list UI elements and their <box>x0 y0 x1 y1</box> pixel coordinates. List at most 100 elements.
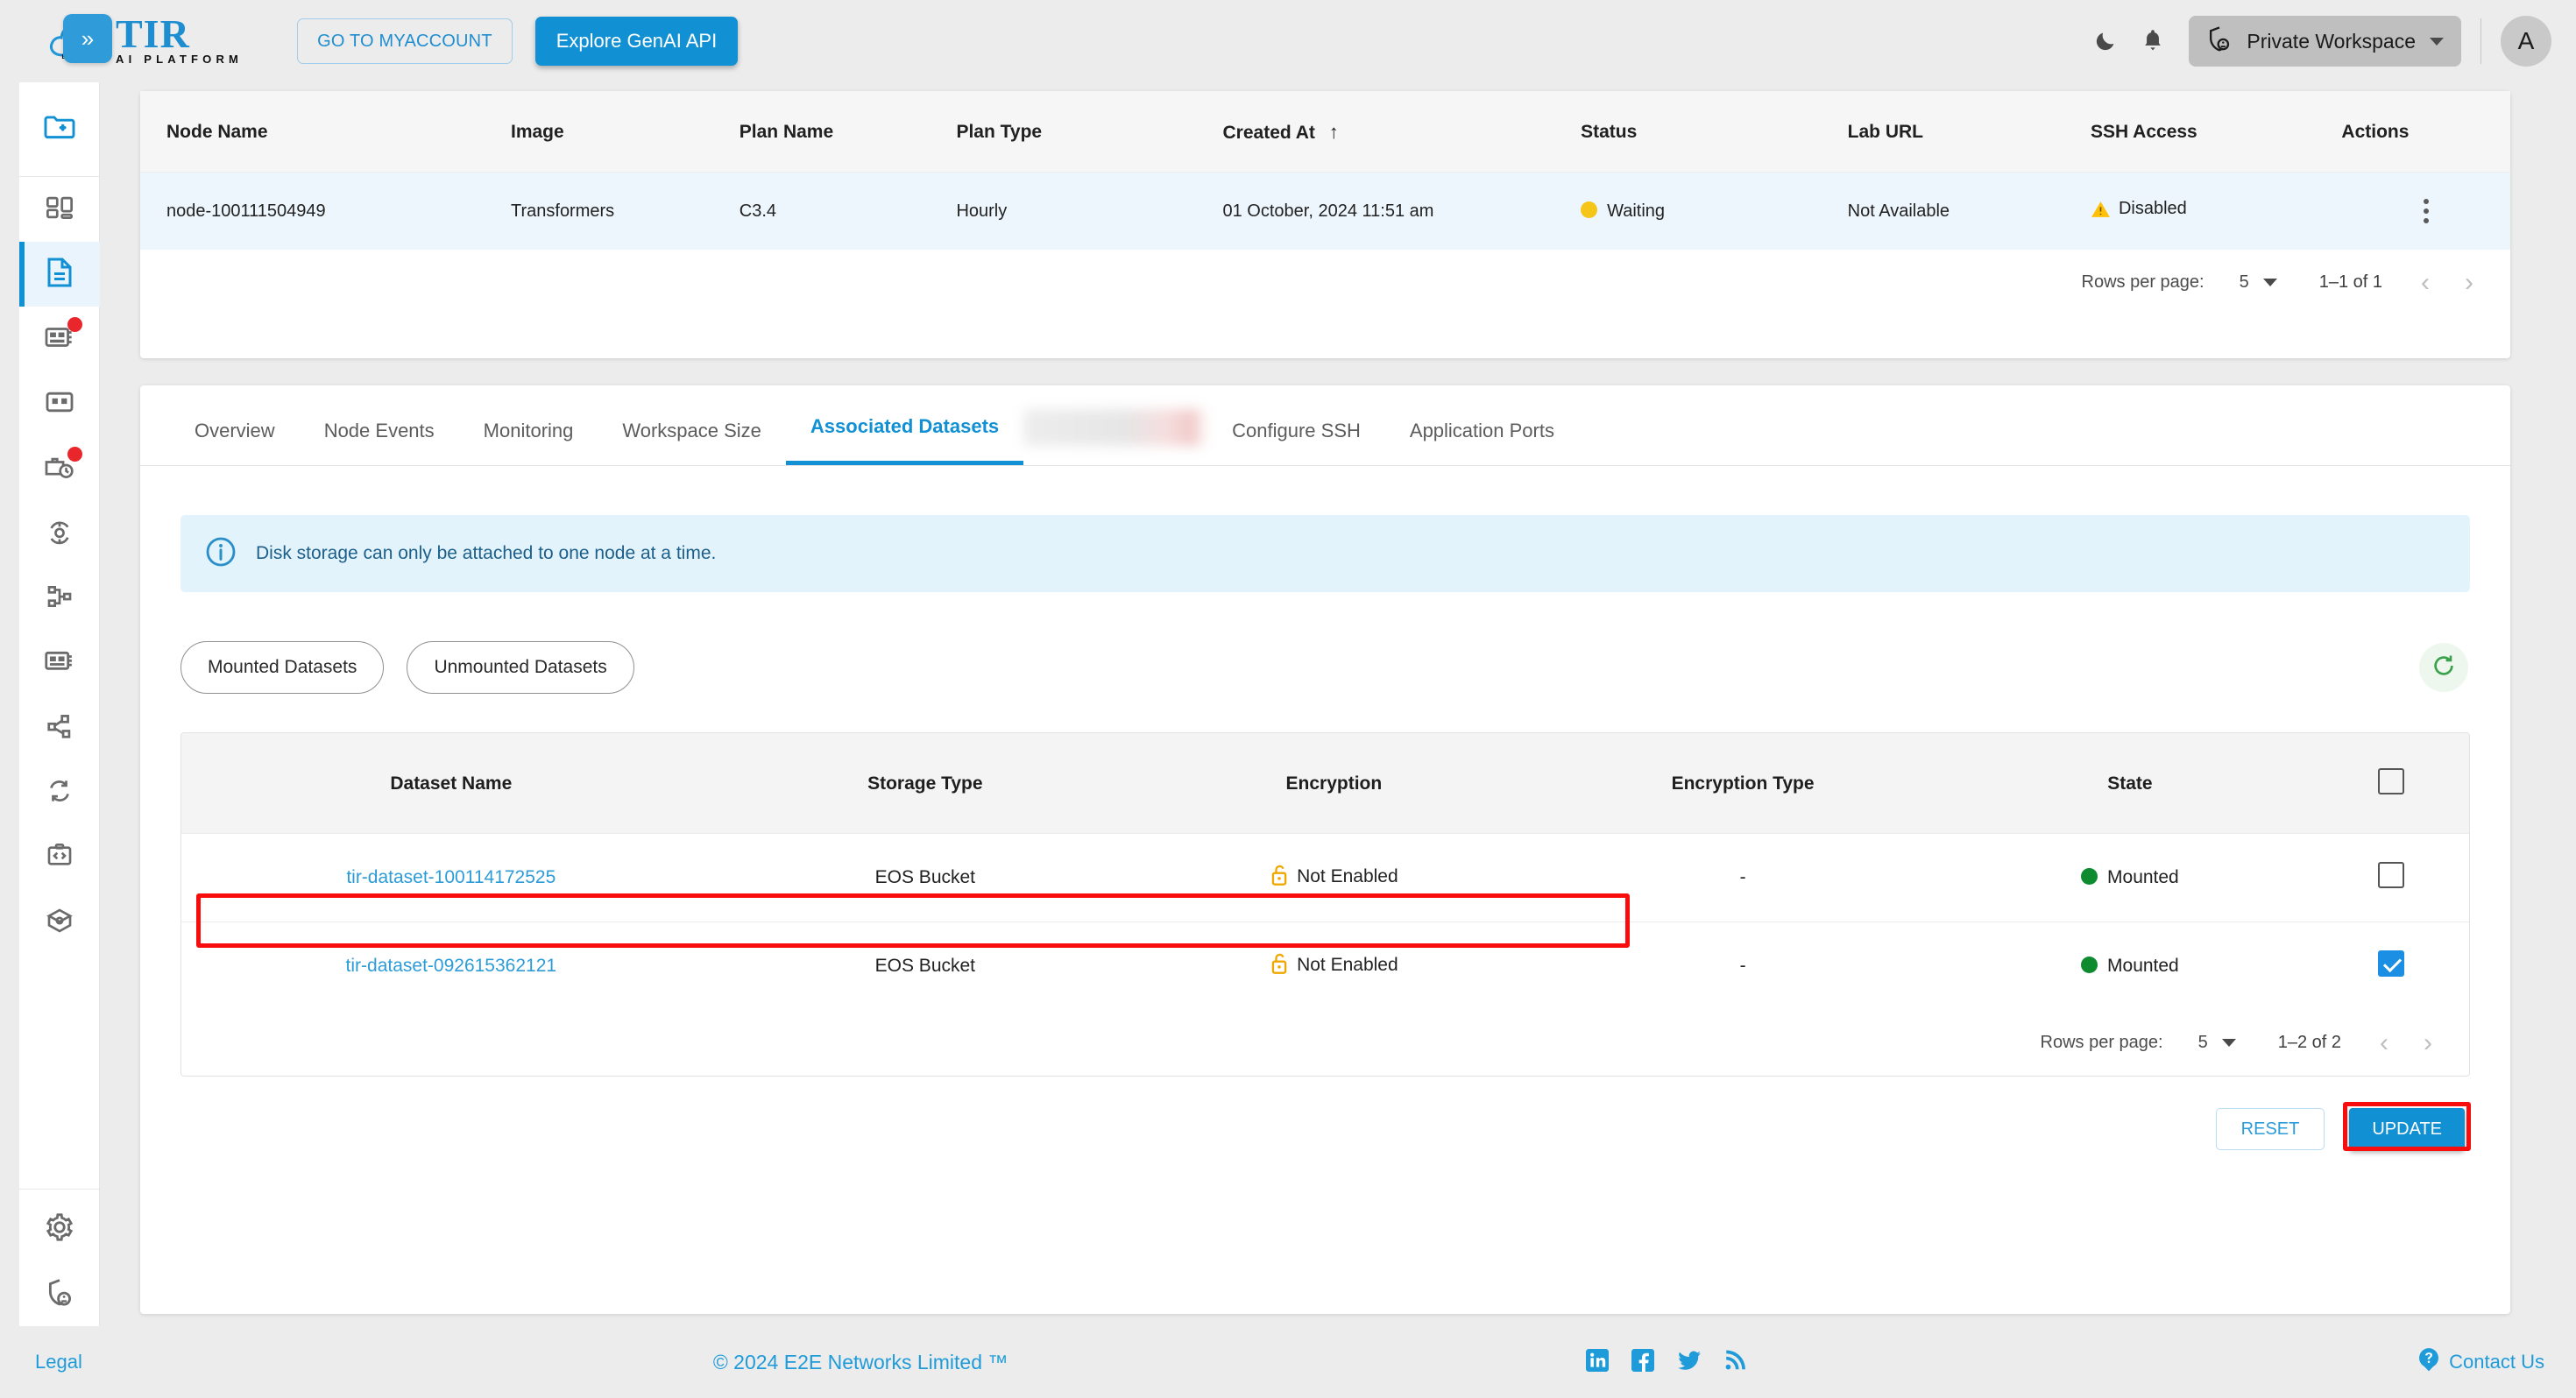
table-row[interactable]: tir-dataset-100114172525 EOS Bucket Not … <box>181 833 2469 922</box>
chip-unmounted-datasets[interactable]: Unmounted Datasets <box>407 641 634 694</box>
sidebar-bottom-group <box>19 1189 99 1326</box>
memory-chip-icon <box>44 649 75 678</box>
sidebar-item-code[interactable] <box>19 825 100 890</box>
row-select-checkbox[interactable] <box>2377 950 2404 977</box>
status-badge: Waiting <box>1607 201 1666 221</box>
dataset-table-pagination: Rows per page: 5 1–2 of 2 ‹ › <box>181 1010 2469 1076</box>
col-created-at[interactable]: Created At ↑ <box>1222 91 1582 173</box>
tab-application-ports[interactable]: Application Ports <box>1385 420 1579 465</box>
col-storage-type[interactable]: Storage Type <box>720 733 1130 834</box>
refresh-button[interactable] <box>2419 643 2468 692</box>
legal-link[interactable]: Legal <box>35 1351 82 1373</box>
workspace-label: Private Workspace <box>2247 29 2416 53</box>
sidebar-item-dashboard[interactable] <box>19 177 100 242</box>
sidebar-item-sync[interactable] <box>19 760 100 825</box>
col-status[interactable]: Status <box>1581 91 1848 173</box>
sidebar-item-model-sync[interactable] <box>19 501 100 566</box>
node-table-pagination: Rows per page: 5 1–1 of 1 ‹ › <box>140 250 2510 295</box>
col-plan-name[interactable]: Plan Name <box>739 91 957 173</box>
explore-genai-api-button[interactable]: Explore GenAI API <box>534 17 739 66</box>
bell-icon[interactable] <box>2129 18 2176 65</box>
cell-state: Mounted <box>1947 921 2313 1010</box>
rows-per-page-value: 5 <box>2197 1033 2208 1052</box>
kebab-menu-icon[interactable] <box>2341 199 2510 223</box>
go-to-myaccount-button[interactable]: GO TO MYACCOUNT <box>297 18 513 64</box>
chevron-down-icon <box>2262 279 2277 286</box>
workspace-selector[interactable]: Private Workspace <box>2189 16 2461 67</box>
sidebar-item-gpu-nodes[interactable] <box>19 307 100 371</box>
tab-node-events[interactable]: Node Events <box>300 420 459 465</box>
row-select-checkbox[interactable] <box>2377 862 2404 888</box>
chevron-down-icon[interactable] <box>2430 37 2444 46</box>
rows-per-page-select[interactable]: 5 <box>2240 272 2277 293</box>
table-row[interactable]: tir-dataset-092615362121 EOS Bucket Not … <box>181 921 2469 1010</box>
cell-encryption: Not Enabled <box>1129 921 1539 1010</box>
chevron-left-icon[interactable]: ‹ <box>2380 1029 2388 1056</box>
sidebar-item-settings[interactable] <box>19 1197 100 1261</box>
settings-gear-icon <box>45 1212 74 1246</box>
chip-mounted-datasets[interactable]: Mounted Datasets <box>180 641 385 694</box>
sidebar-item-new-folder[interactable] <box>19 82 99 177</box>
sidebar-item-security[interactable] <box>19 1261 100 1326</box>
tab-monitoring[interactable]: Monitoring <box>459 420 598 465</box>
notification-badge <box>67 447 82 462</box>
cell-actions <box>2341 172 2510 250</box>
col-node-name[interactable]: Node Name <box>140 91 511 173</box>
tab-overview[interactable]: Overview <box>170 420 300 465</box>
sidebar-item-share[interactable] <box>19 695 100 760</box>
sidebar-item-memory[interactable] <box>19 631 100 695</box>
cell-select <box>2312 833 2469 922</box>
col-dataset-name[interactable]: Dataset Name <box>181 733 721 834</box>
dataset-name-link[interactable]: tir-dataset-092615362121 <box>346 956 557 976</box>
twitter-icon[interactable] <box>1677 1349 1702 1376</box>
tab-workspace-size[interactable]: Workspace Size <box>598 420 786 465</box>
node-table: Node Name Image Plan Name Plan Type Crea… <box>140 91 2510 250</box>
col-plan-type[interactable]: Plan Type <box>956 91 1223 173</box>
update-button[interactable]: UPDATE <box>2349 1108 2465 1150</box>
reset-button[interactable]: RESET <box>2215 1108 2325 1150</box>
chevron-right-icon[interactable]: › <box>2465 269 2473 295</box>
social-links <box>1586 1348 1746 1376</box>
contact-us-link[interactable]: Contact Us <box>2417 1347 2544 1377</box>
sidebar-item-packages[interactable] <box>19 890 100 955</box>
tab-configure-ssh[interactable]: Configure SSH <box>1207 420 1385 465</box>
new-folder-icon <box>43 113 76 145</box>
sidebar-item-panels[interactable] <box>19 371 100 436</box>
col-state[interactable]: State <box>1947 733 2313 834</box>
rss-icon[interactable] <box>1724 1349 1746 1376</box>
sidebar-item-pipelines[interactable] <box>19 566 100 631</box>
cell-state: Mounted <box>1947 833 2313 922</box>
chevron-right-icon[interactable]: › <box>2424 1029 2432 1056</box>
col-ssh-access[interactable]: SSH Access <box>2090 91 2342 173</box>
col-image[interactable]: Image <box>511 91 740 173</box>
page-footer: Legal © 2024 E2E Networks Limited ™ Cont… <box>0 1326 2576 1398</box>
node-table-panel: Node Name Image Plan Name Plan Type Crea… <box>140 91 2510 358</box>
pagination-nav: ‹ › <box>2421 269 2473 295</box>
shield-user-icon <box>45 1277 74 1311</box>
rows-per-page-select[interactable]: 5 <box>2198 1033 2236 1053</box>
chevron-left-icon[interactable]: ‹ <box>2421 269 2430 295</box>
sidebar-item-jobs[interactable] <box>19 436 100 501</box>
question-circle-icon <box>2417 1347 2440 1377</box>
cell-encryption-type: - <box>1538 921 1948 1010</box>
tab-redacted[interactable] <box>1023 409 1208 446</box>
dataset-name-link[interactable]: tir-dataset-100114172525 <box>346 867 556 887</box>
col-created-at-label: Created At <box>1222 123 1315 143</box>
col-actions[interactable]: Actions <box>2341 91 2510 173</box>
tab-associated-datasets[interactable]: Associated Datasets <box>785 415 1024 465</box>
state-dot <box>2081 868 2098 885</box>
linkedin-icon[interactable] <box>1586 1348 1610 1376</box>
table-row[interactable]: node-100111504949 Transformers C3.4 Hour… <box>140 172 2510 250</box>
avatar[interactable]: A <box>2501 16 2551 67</box>
sidebar-item-notebooks[interactable] <box>18 242 100 307</box>
pagination-range: 1–1 of 1 <box>2318 272 2382 292</box>
cell-storage-type: EOS Bucket <box>720 833 1130 922</box>
warning-triangle-icon <box>2091 200 2111 223</box>
facebook-icon[interactable] <box>1631 1348 1655 1376</box>
select-all-checkbox[interactable] <box>2377 768 2404 794</box>
col-lab-url[interactable]: Lab URL <box>1847 91 2091 173</box>
moon-icon[interactable] <box>2082 18 2129 65</box>
sidebar-collapse-toggle[interactable]: » <box>63 14 112 63</box>
col-encryption-type[interactable]: Encryption Type <box>1538 733 1948 834</box>
col-encryption[interactable]: Encryption <box>1129 733 1539 834</box>
